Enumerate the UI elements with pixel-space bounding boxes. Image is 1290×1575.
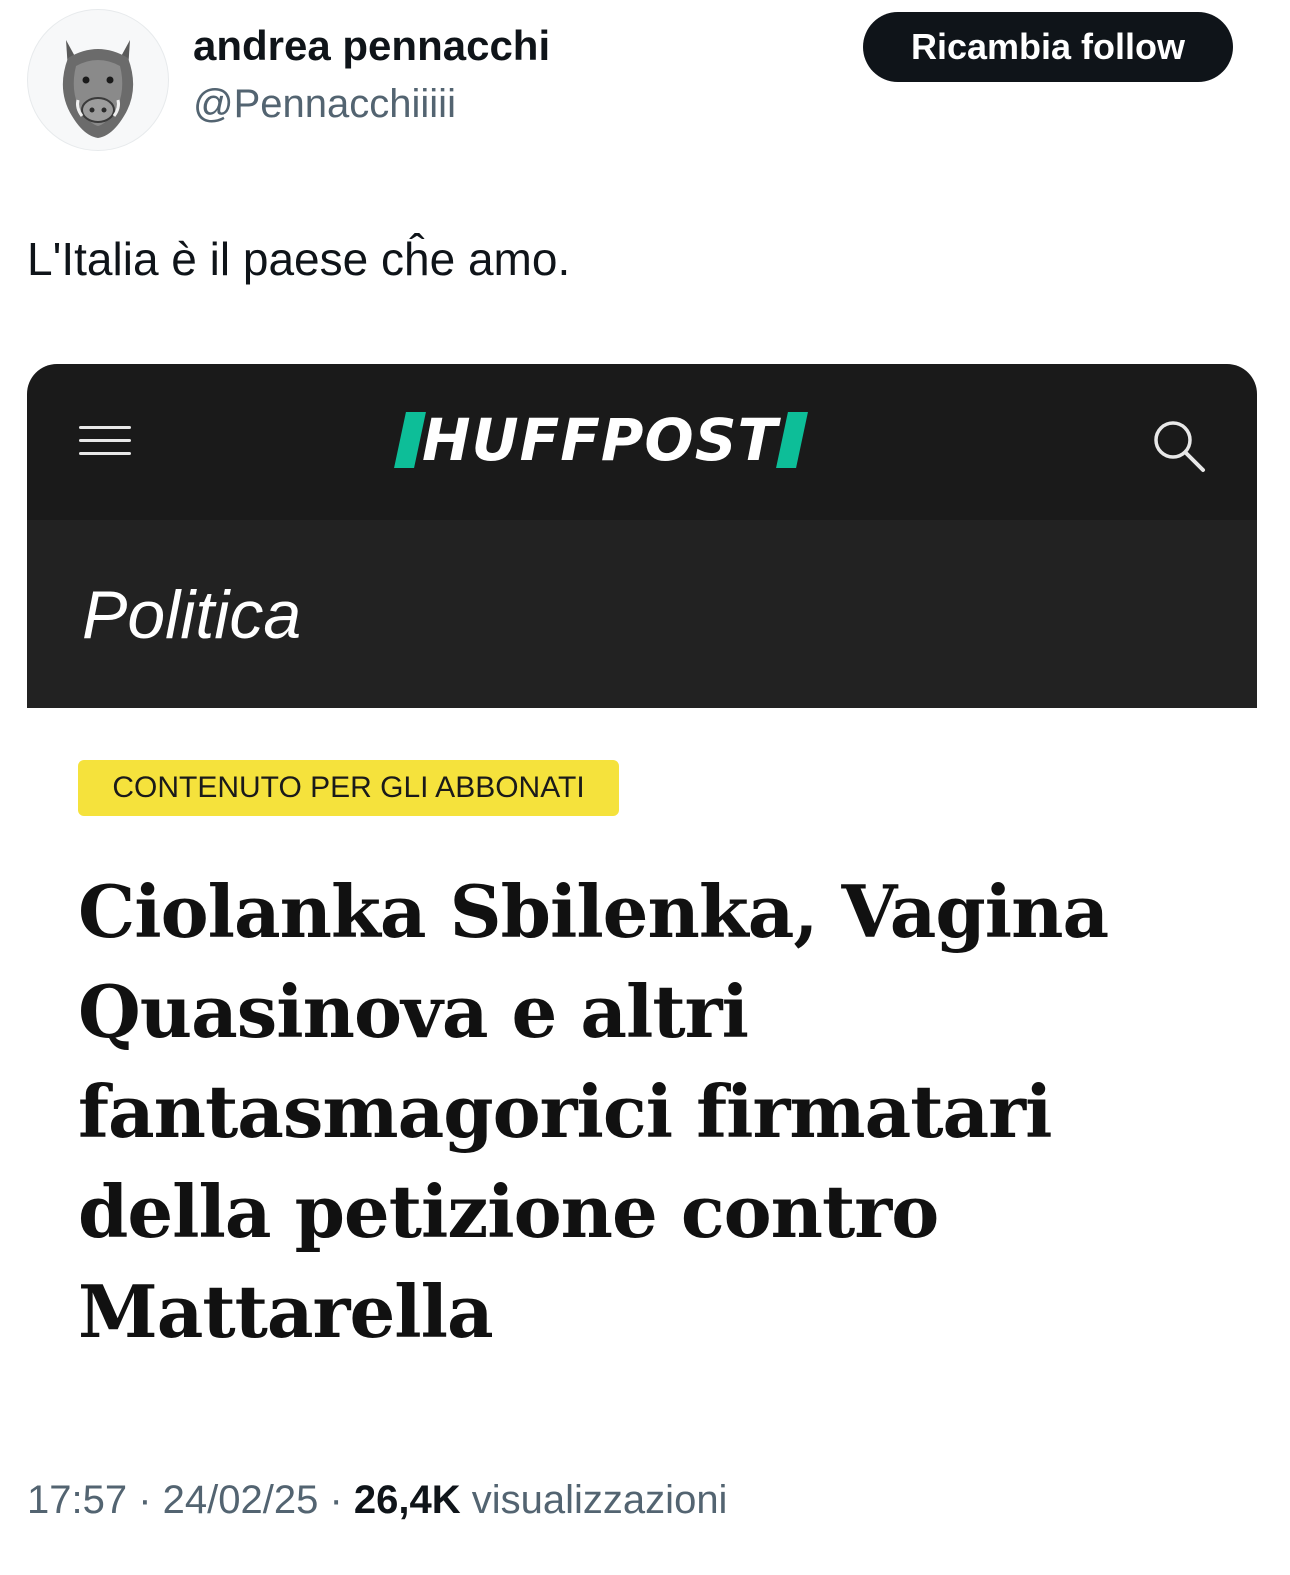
views-label: visualizzazioni <box>471 1478 728 1522</box>
embedded-image[interactable]: HUFFPOST Politica CONTENUTO PER GLI ABBO… <box>27 364 1257 1419</box>
tweet-text: L'Italia è il paese cĥe amo. <box>27 233 571 285</box>
premium-badge: CONTENUTO PER GLI ABBONATI <box>78 760 619 816</box>
headline-line: fantasmagorici firmatari <box>78 1069 1052 1154</box>
logo-bar-right <box>776 412 808 468</box>
magnifier-icon <box>1154 421 1205 472</box>
headline-line: Quasinova e altri <box>78 969 749 1054</box>
boar-avatar-icon <box>62 40 134 138</box>
meta-separator: · <box>127 1478 163 1522</box>
section-title: Politica <box>82 577 302 653</box>
article-headline: Ciolanka Sbilenka, Vagina Quasinova e al… <box>78 862 1198 1362</box>
meta-separator: · <box>318 1478 354 1522</box>
follow-back-button[interactable]: Ricambia follow <box>863 12 1233 82</box>
tweet-date[interactable]: 24/02/25 <box>163 1478 319 1522</box>
headline-line: della petizione contro <box>78 1169 939 1254</box>
user-handle[interactable]: @Pennacchiiiii <box>193 82 456 127</box>
headline-line: Mattarella <box>78 1269 494 1354</box>
display-name[interactable]: andrea pennacchi <box>193 22 550 70</box>
views-count: 26,4K <box>353 1478 461 1522</box>
huffpost-logo: HUFFPOST <box>394 406 808 474</box>
tweet-time[interactable]: 17:57 <box>27 1478 127 1522</box>
section-bar: Politica <box>27 520 1257 708</box>
headline-line: Ciolanka Sbilenka, Vagina <box>78 869 1109 954</box>
hamburger-menu-icon <box>79 424 131 458</box>
tweet-meta: 17:57 · 24/02/25 · 26,4K visualizzazioni <box>27 1478 727 1523</box>
logo-text: HUFFPOST <box>422 406 779 474</box>
site-header: HUFFPOST <box>27 364 1257 520</box>
avatar[interactable] <box>27 9 169 151</box>
